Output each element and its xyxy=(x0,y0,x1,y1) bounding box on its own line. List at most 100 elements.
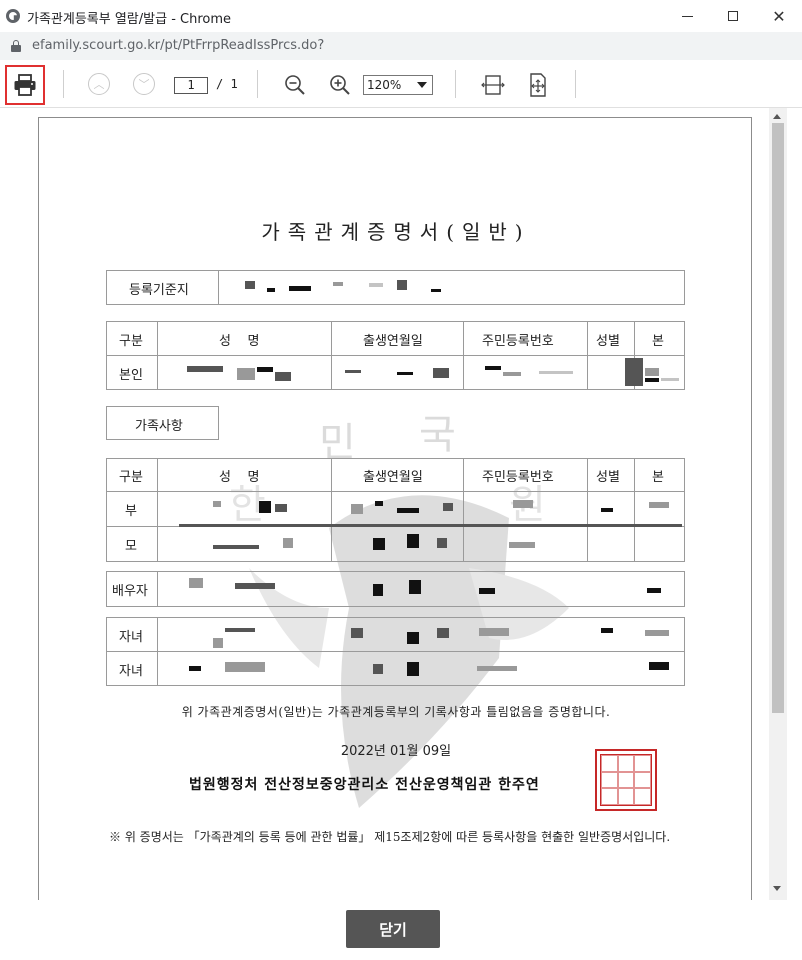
row-label-father: 부 xyxy=(125,504,137,519)
redacted-data xyxy=(409,580,421,594)
table-divider xyxy=(331,458,332,562)
redacted-name xyxy=(257,367,273,372)
table-divider xyxy=(106,491,685,492)
row-label-spouse: 배우자 xyxy=(112,584,148,599)
window-title: 가족관계등록부 열람/발급 - Chrome xyxy=(27,12,232,27)
toolbar-divider xyxy=(575,70,576,98)
zoom-in-button[interactable] xyxy=(328,73,352,97)
toolbar-divider xyxy=(257,70,258,98)
header-category: 구분 xyxy=(119,334,143,349)
redacted-name xyxy=(275,372,291,381)
redacted-data xyxy=(189,578,203,588)
redacted-address xyxy=(369,283,383,287)
redacted-data xyxy=(351,504,363,514)
redacted-resident-no xyxy=(539,371,573,374)
redacted-data xyxy=(509,542,535,548)
redacted-data xyxy=(645,630,669,636)
minimize-button[interactable] xyxy=(664,0,710,32)
redacted-data xyxy=(601,508,613,512)
page-total: / 1 xyxy=(216,77,238,91)
page-number-input[interactable]: 1 xyxy=(174,77,208,94)
redacted-origin xyxy=(645,378,659,382)
redacted-data xyxy=(601,628,613,633)
redacted-data xyxy=(225,628,255,632)
print-button[interactable] xyxy=(5,65,45,105)
redacted-data xyxy=(213,501,221,507)
header-category: 구분 xyxy=(119,470,143,485)
table-divider xyxy=(634,458,635,562)
redacted-sex xyxy=(625,358,643,386)
header-birth: 출생연월일 xyxy=(363,470,423,485)
scroll-down-arrow[interactable] xyxy=(773,886,781,891)
redacted-birth xyxy=(433,368,449,378)
table-divider xyxy=(587,458,588,562)
redacted-name xyxy=(187,366,223,372)
close-window-button[interactable]: ✕ xyxy=(756,0,802,32)
header-name: 성 명 xyxy=(219,470,260,485)
redacted-birth xyxy=(345,370,361,373)
fit-page-button[interactable] xyxy=(526,72,550,98)
header-resident-no: 주민등록번호 xyxy=(482,334,554,349)
next-page-button[interactable]: ﹀ xyxy=(133,73,155,95)
table-divider xyxy=(106,355,685,356)
redacted-data xyxy=(407,662,419,676)
table-divider xyxy=(587,321,588,390)
redacted-origin xyxy=(645,368,659,376)
redacted-data xyxy=(647,588,661,593)
redacted-address xyxy=(289,286,311,291)
close-button[interactable]: 닫기 xyxy=(346,910,440,948)
redacted-data xyxy=(649,502,669,508)
registration-label: 등록기준지 xyxy=(129,283,189,298)
redacted-resident-no xyxy=(485,366,501,370)
table-divider xyxy=(106,651,685,652)
redacted-data xyxy=(225,662,265,672)
redacted-data xyxy=(213,545,259,549)
row-label-child: 자녀 xyxy=(119,630,143,645)
redacted-birth xyxy=(397,372,413,375)
redacted-data xyxy=(373,664,383,674)
header-sex: 성별 xyxy=(596,334,620,349)
prev-page-button[interactable]: ︿ xyxy=(88,73,110,95)
redacted-name xyxy=(237,368,255,380)
redacted-data xyxy=(513,500,533,508)
redacted-data xyxy=(437,538,447,548)
header-sex: 성별 xyxy=(596,470,620,485)
zoom-select[interactable]: 120% xyxy=(363,75,433,95)
redacted-data xyxy=(373,538,385,550)
header-birth: 출생연월일 xyxy=(363,334,423,349)
address-bar[interactable]: efamily.scourt.go.kr/pt/PtFrrpReadIssPrc… xyxy=(0,32,802,60)
family-section-label: 가족사항 xyxy=(135,419,183,434)
redacted-address xyxy=(245,281,255,289)
fit-width-icon xyxy=(481,75,505,95)
zoom-in-icon xyxy=(330,75,350,95)
scroll-up-arrow[interactable] xyxy=(773,114,781,119)
redacted-address xyxy=(333,282,343,286)
lock-icon xyxy=(11,40,21,52)
table-divider xyxy=(157,458,158,562)
redacted-data xyxy=(397,508,419,513)
row-label-child: 자녀 xyxy=(119,664,143,679)
printer-icon xyxy=(14,74,36,96)
fit-width-button[interactable] xyxy=(481,72,505,98)
toolbar-divider xyxy=(63,70,64,98)
redacted-data xyxy=(259,501,271,513)
header-name: 성 명 xyxy=(219,334,260,349)
table-divider xyxy=(157,617,158,686)
header-resident-no: 주민등록번호 xyxy=(482,470,554,485)
redacted-resident-no xyxy=(503,372,521,376)
scrollbar-thumb[interactable] xyxy=(772,123,784,713)
redacted-data xyxy=(479,588,495,594)
strike-line xyxy=(179,524,682,527)
certificate-page: 민 국 한 원 가족관계증명서(일반) 등록기준지 구분 성 명 출생연월일 xyxy=(38,117,752,900)
table-divider xyxy=(463,321,464,390)
zoom-out-button[interactable] xyxy=(283,73,307,97)
spouse-table xyxy=(106,571,685,607)
window-titlebar: 가족관계등록부 열람/발급 - Chrome ✕ xyxy=(0,0,802,32)
document-viewport[interactable]: 민 국 한 원 가족관계증명서(일반) 등록기준지 구분 성 명 출생연월일 xyxy=(0,108,802,900)
url-text[interactable]: efamily.scourt.go.kr/pt/PtFrrpReadIssPrc… xyxy=(32,38,324,53)
redacted-data xyxy=(189,666,201,671)
redacted-data xyxy=(375,501,383,506)
maximize-button[interactable] xyxy=(710,0,756,32)
redacted-address xyxy=(431,289,441,292)
redacted-data xyxy=(477,666,517,671)
